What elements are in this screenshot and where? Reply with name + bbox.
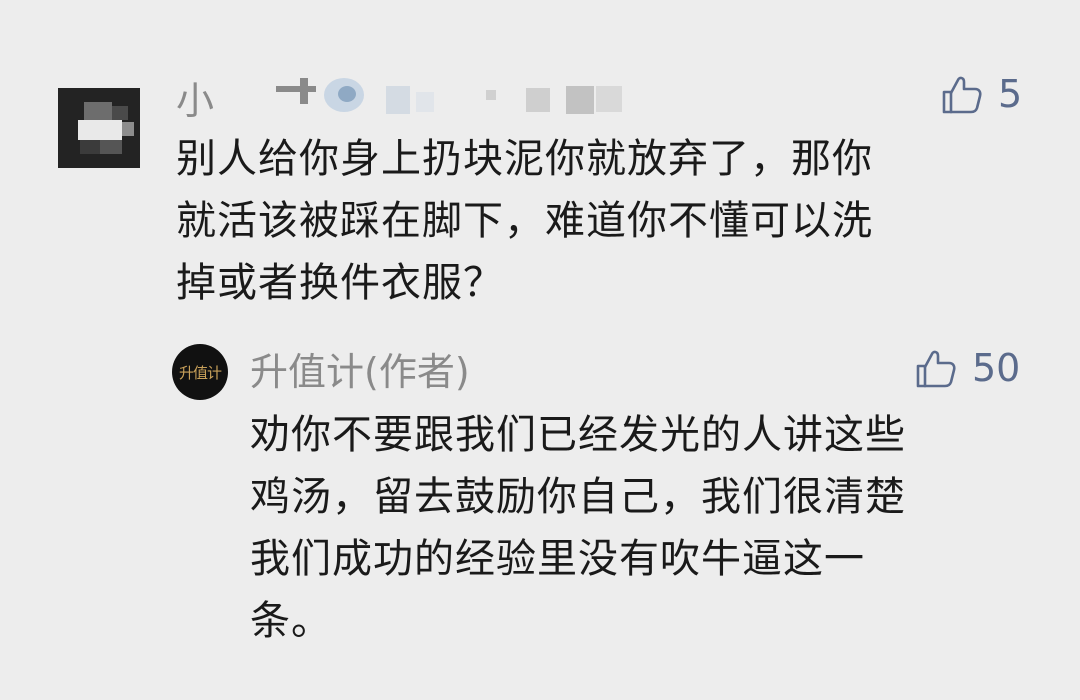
reply-text: 劝你不要跟我们已经发光的人讲这些 鸡汤，留去鼓励你自己，我们很清楚 我们成功的经… (250, 404, 1040, 652)
thumbs-up-icon (942, 76, 982, 114)
main-comment-text: 别人给你身上扔块泥你就放弃了，那你 就活该被踩在脚下，难道你不懂可以洗 掉或者换… (176, 128, 1016, 314)
reply-like-count: 50 (972, 346, 1021, 390)
main-comment-author[interactable]: 小 (176, 66, 636, 126)
reply-author[interactable]: 升值计(作者) (250, 344, 470, 400)
main-comment-like-button[interactable]: 5 (940, 72, 1022, 116)
thumbs-up-icon (916, 350, 956, 388)
main-comment-line-3: 掉或者换件衣服？ (176, 260, 504, 306)
author-name-visible: 小 (176, 79, 216, 123)
reply-avatar[interactable]: 升值计 (172, 344, 228, 400)
reply-line-3: 我们成功的经验里没有吹牛逼这一 (250, 536, 865, 582)
reply-like-button[interactable]: 50 (914, 346, 1020, 390)
reply-line-2: 鸡汤，留去鼓励你自己，我们很清楚 (250, 474, 906, 520)
author-name-mosaic (276, 72, 636, 116)
reply-line-4: 条。 (250, 598, 332, 644)
avatar-logo-text: 升值计 (178, 363, 222, 382)
main-comment-avatar[interactable] (58, 88, 140, 168)
comment-thread: 小 5 别人给你身上扔块泥你就放弃了，那你 就活该被踩在脚下，难道你不懂可以洗 … (0, 0, 1080, 700)
reply-line-1: 劝你不要跟我们已经发光的人讲这些 (250, 412, 906, 458)
main-comment-line-1: 别人给你身上扔块泥你就放弃了，那你 (176, 136, 873, 182)
main-comment-line-2: 就活该被踩在脚下，难道你不懂可以洗 (176, 198, 873, 244)
main-comment-like-count: 5 (998, 72, 1023, 116)
